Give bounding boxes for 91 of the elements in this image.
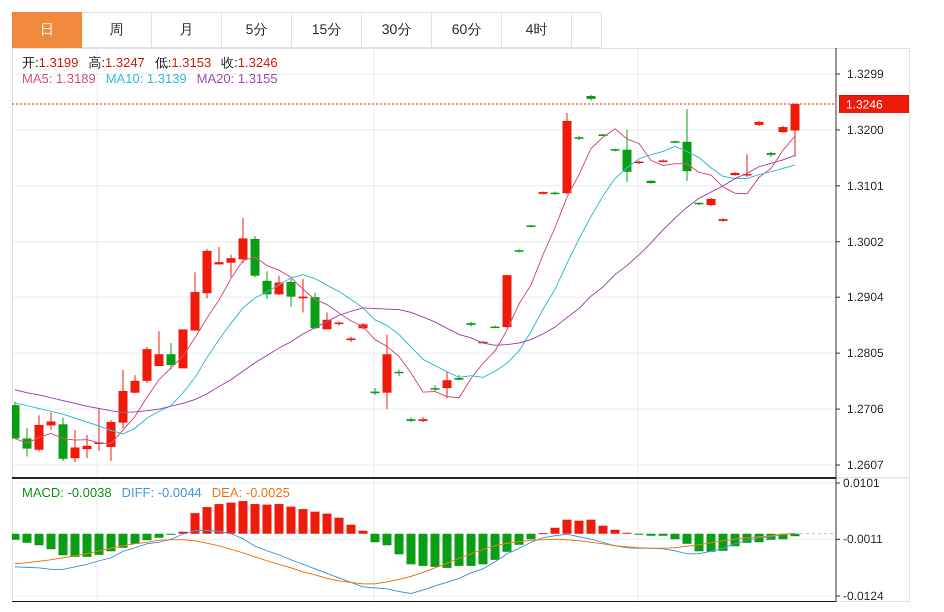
period-tab[interactable]: 4时 [502,12,572,48]
axis-label: 1.2805 [847,346,884,360]
candlestick [574,136,584,141]
legend-label: 收: [221,55,238,71]
candlestick [478,340,488,344]
macd-legend: MACD: -0.0038 [22,485,112,501]
period-tab[interactable]: 5分 [222,12,292,48]
candlestick [190,272,200,332]
price-tag: 1.3246 [839,94,909,113]
candlestick [106,419,116,462]
axis-label: 1.3002 [847,234,884,249]
candlestick [274,275,284,296]
candlestick [94,408,104,452]
candlestick [226,254,236,278]
candlestick [310,292,320,330]
candlestick [778,125,788,134]
candlestick [82,434,92,459]
candlestick [322,312,332,330]
candlestick [586,94,596,102]
axis-label: -0.0011 [843,532,883,546]
candlestick [634,160,644,164]
candlestick [22,428,32,458]
candlestick [334,320,344,326]
candlestick [214,246,224,265]
legend-label: 开: [22,55,39,71]
legend-value: 1.3246 [238,55,278,71]
legend-label: 低: [154,55,172,71]
candlestick [538,191,548,195]
candlestick [694,202,704,206]
candlestick [610,148,620,152]
legend-label: 高: [88,55,106,71]
axis-label: 1.2904 [847,290,884,304]
period-tab[interactable]: 月 [152,12,222,48]
candlestick [490,324,500,329]
candlestick [646,180,656,184]
candlestick [142,346,152,384]
candlestick [178,328,188,369]
candlestick [46,412,56,430]
macd-legend: DEA: -0.0025 [212,485,290,501]
candlestick [58,417,68,462]
candlestick [742,154,752,178]
candlestick [154,330,164,367]
candlestick [418,416,428,423]
candlestick [466,322,476,328]
legend-value: 1.3247 [105,55,145,71]
candlestick [12,401,20,439]
candlestick [370,388,380,396]
candlestick [766,151,776,158]
axis-label: 1.3101 [847,178,884,193]
axis-label: 1.2706 [847,402,884,416]
period-tab[interactable]: 60分 [432,12,502,48]
ref-line-label: 1.3246 [846,97,884,112]
axis-label: 1.3299 [847,67,884,81]
candlestick [622,129,632,182]
candlestick [250,236,260,278]
ma-legend: MA5: 1.3189 [22,71,96,87]
candlestick [658,158,668,163]
candlestick [70,429,80,463]
candlestick [790,102,800,157]
candlestick [598,133,608,137]
candlestick [262,270,272,300]
legend-value: 1.3153 [171,55,212,71]
candlestick [394,369,404,377]
period-tab[interactable]: 15分 [292,12,362,48]
axis-label: 1.2607 [847,458,884,472]
candlestick [298,278,308,313]
axis-label: -0.0124 [843,588,884,602]
candlestick [442,371,452,399]
candlestick [118,370,128,429]
candlestick [166,342,176,370]
macd-legend: DIFF: -0.0044 [122,485,202,501]
candlestick [358,322,368,330]
candlestick [202,248,212,299]
period-tab[interactable]: 周 [82,12,152,48]
candlestick [502,274,512,328]
candlestick [670,140,680,144]
period-tab[interactable]: 30分 [362,12,432,48]
candlestick [730,172,740,176]
candlestick [130,374,140,394]
ma-legend: MA20: 1.3155 [196,71,278,87]
legend-value: 1.3199 [38,55,78,71]
axis-label: 0.0101 [843,478,880,490]
candlestick [430,384,440,392]
candlestick [34,414,44,452]
ma-legend: MA10: 1.3139 [106,71,187,87]
candlestick [286,278,296,308]
candlestick [454,374,464,381]
candlestick [238,218,248,264]
candlestick [550,191,560,196]
candlestick [706,197,716,207]
axis-label: 1.3200 [847,122,884,137]
